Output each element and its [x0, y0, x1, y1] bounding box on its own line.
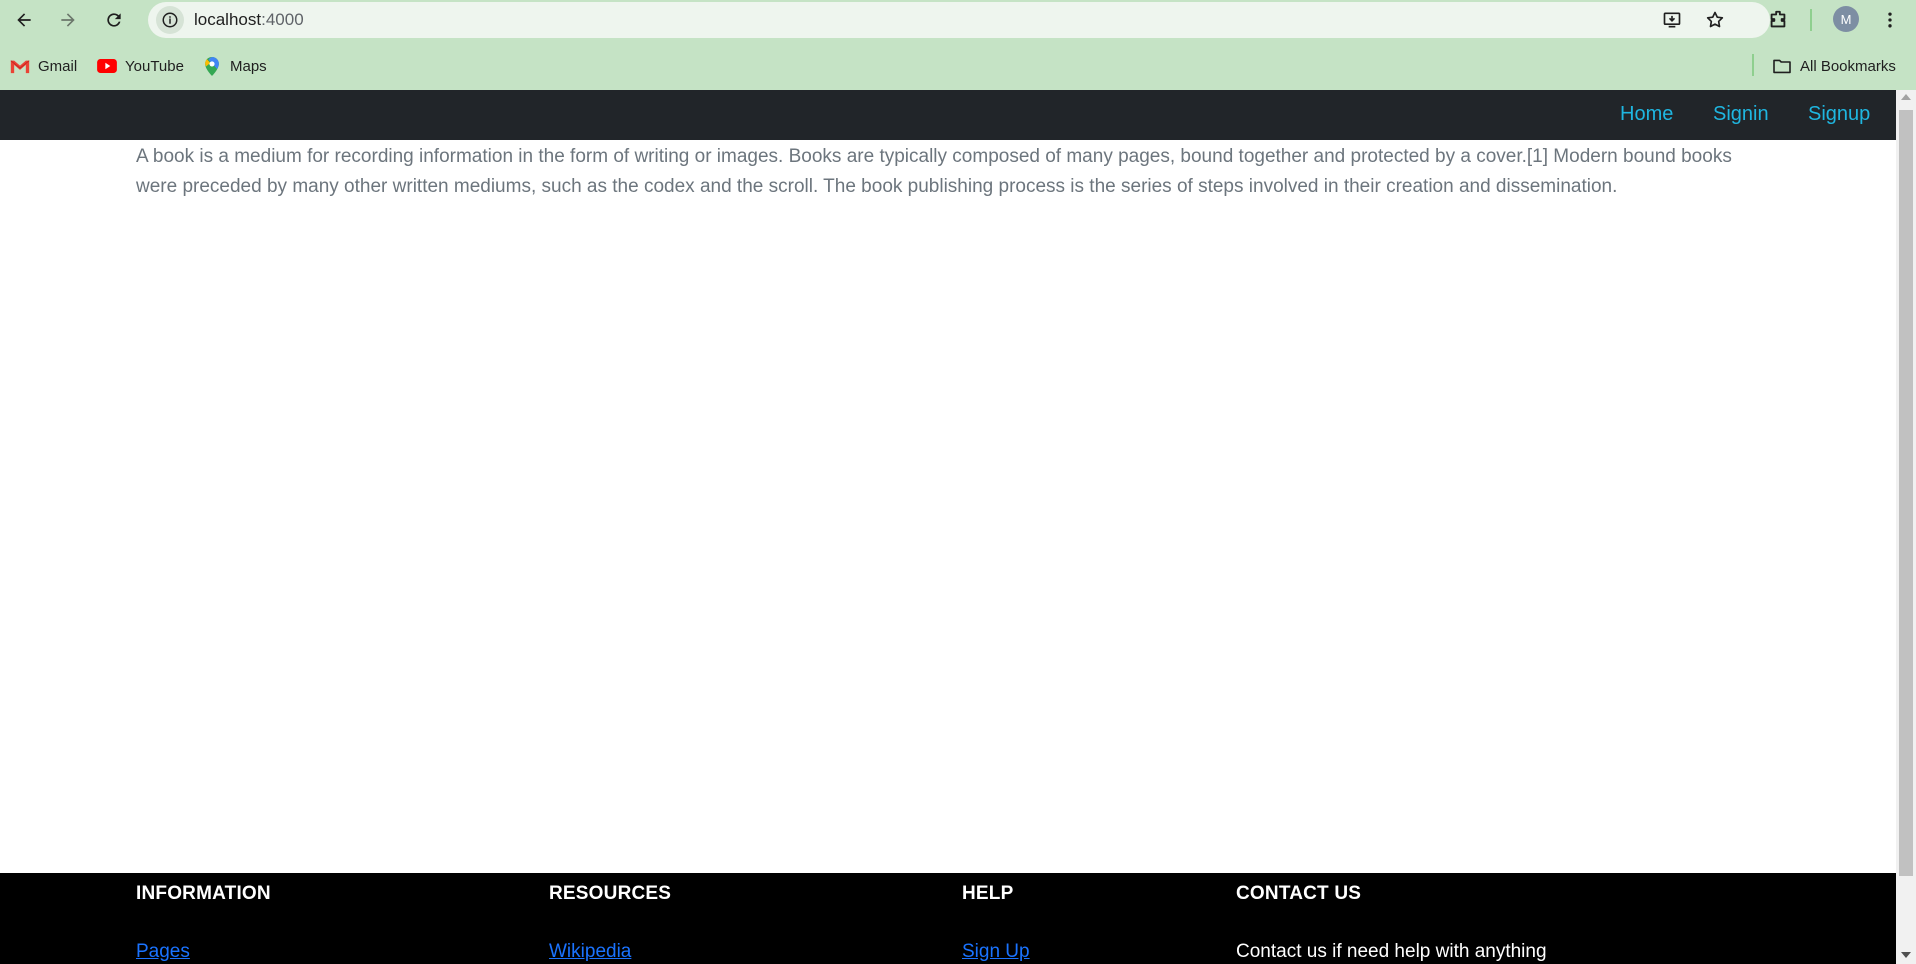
forward-arrow-icon [61, 13, 75, 27]
bookmark-gmail[interactable]: Gmail [10, 54, 77, 78]
forward-button[interactable] [52, 4, 84, 36]
gmail-icon [10, 58, 30, 74]
url-host: localhost [194, 10, 262, 29]
footer-heading-resources: RESOURCES [549, 883, 672, 904]
reload-button[interactable] [98, 4, 130, 36]
site-info-icon[interactable] [156, 6, 184, 34]
install-app-icon[interactable] [1660, 8, 1684, 32]
nav-link-signin[interactable]: Signin [1713, 103, 1769, 126]
nav-link-signup[interactable]: Signup [1808, 103, 1870, 126]
footer-heading-contact-us: CONTACT US [1236, 883, 1362, 904]
bookmarks-bar: Gmail YouTube Maps All Bookmarks [0, 48, 1916, 82]
maps-icon [202, 56, 222, 76]
toolbar-divider [1810, 9, 1812, 31]
bookmark-label: YouTube [125, 57, 184, 75]
footer-link-wikipedia[interactable]: Wikipedia [549, 941, 631, 963]
all-bookmarks-button[interactable]: All Bookmarks [1772, 54, 1896, 78]
url-port: :4000 [261, 10, 304, 29]
address-bar[interactable]: localhost:4000 [148, 2, 1770, 38]
bookmark-star-icon[interactable] [1703, 8, 1727, 32]
extensions-button[interactable] [1762, 4, 1794, 36]
footer-heading-information: INFORMATION [136, 883, 271, 904]
browser-chrome: localhost:4000 M Gmail YouTube Maps All … [0, 0, 1916, 90]
footer-heading-help: HELP [962, 883, 1014, 904]
back-button[interactable] [8, 4, 40, 36]
scroll-down-arrow-icon[interactable] [1901, 952, 1911, 958]
site-navbar: Home Signin Signup [0, 90, 1896, 140]
scroll-up-arrow-icon[interactable] [1901, 94, 1911, 100]
all-bookmarks-label: All Bookmarks [1800, 57, 1896, 75]
bookmarks-divider [1752, 54, 1754, 76]
back-arrow-icon [17, 13, 31, 27]
url-text: localhost:4000 [194, 10, 304, 30]
browser-toolbar: localhost:4000 M [0, 0, 1916, 40]
browser-menu-button[interactable] [1874, 4, 1906, 36]
footer-link-pages[interactable]: Pages [136, 941, 190, 963]
footer-link-sign-up[interactable]: Sign Up [962, 941, 1030, 963]
page-scrollbar[interactable] [1896, 90, 1916, 964]
bookmark-youtube[interactable]: YouTube [97, 54, 184, 78]
kebab-menu-icon [1888, 12, 1892, 28]
youtube-icon [97, 58, 117, 74]
bookmark-label: Maps [230, 57, 267, 75]
site-footer: INFORMATION Pages RESOURCES Wikipedia HE… [0, 873, 1896, 964]
bookmark-maps[interactable]: Maps [202, 54, 267, 78]
reload-icon [107, 13, 121, 27]
folder-icon [1772, 58, 1792, 74]
scrollbar-thumb[interactable] [1899, 110, 1913, 876]
bookmark-label: Gmail [38, 57, 78, 75]
nav-link-home[interactable]: Home [1620, 103, 1673, 126]
puzzle-icon [1770, 10, 1786, 28]
profile-avatar[interactable]: M [1833, 6, 1859, 32]
footer-contact-text: Contact us if need help with anything [1236, 941, 1547, 962]
book-description: A book is a medium for recording informa… [136, 146, 1732, 197]
